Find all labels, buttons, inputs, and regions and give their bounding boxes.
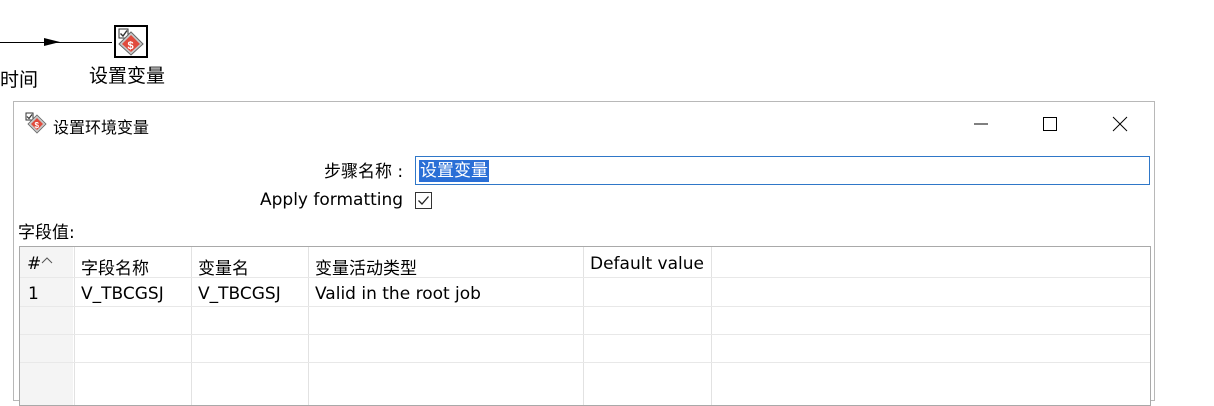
header-variable-scope[interactable]: 变量活动类型	[315, 254, 417, 279]
header-number[interactable]: #	[27, 254, 41, 274]
set-variables-icon: $	[25, 112, 47, 134]
row-number[interactable]: 1	[28, 284, 39, 304]
cell-variable-scope[interactable]: Valid in the root job	[315, 284, 481, 304]
header-default-value[interactable]: Default value	[590, 254, 704, 274]
close-icon	[1112, 116, 1128, 132]
step-name-input[interactable]: 设置变量	[415, 156, 1150, 185]
step-label[interactable]: 设置变量	[89, 61, 165, 88]
maximize-button[interactable]	[1027, 102, 1073, 146]
sort-ascending-icon[interactable]	[41, 249, 53, 268]
maximize-icon	[1043, 117, 1057, 131]
row-divider	[20, 277, 1150, 278]
dialog-title: 设置环境变量	[53, 118, 150, 137]
header-field-name[interactable]: 字段名称	[81, 254, 149, 279]
fields-table: # 字段名称 变量名 变量活动类型 Default value 1 V_TBCG…	[19, 246, 1151, 406]
set-variables-step-icon[interactable]: $	[114, 25, 148, 58]
dialog-titlebar[interactable]: $ 设置环境变量	[14, 102, 1154, 146]
apply-formatting-label: Apply formatting	[260, 190, 404, 210]
step-name-label: 步骤名称 :	[324, 162, 404, 182]
row-divider	[20, 362, 1150, 363]
step-name-value: 设置变量	[419, 160, 489, 182]
svg-text:$: $	[128, 40, 134, 52]
close-button[interactable]	[1097, 102, 1143, 146]
set-variables-dialog: $ 设置环境变量 步骤名称 : 设置变量 Apply formatting 字段…	[13, 101, 1155, 406]
header-variable-name[interactable]: 变量名	[198, 254, 249, 279]
minimize-button[interactable]	[958, 102, 1004, 146]
fields-label: 字段值:	[18, 223, 75, 243]
previous-step-label: 时间	[0, 69, 39, 91]
row-divider	[20, 334, 1150, 335]
cell-variable-name[interactable]: V_TBCGSJ	[198, 284, 281, 304]
svg-text:$: $	[35, 121, 40, 130]
hop-arrow-icon	[44, 38, 60, 46]
apply-formatting-checkbox[interactable]	[415, 192, 432, 209]
checkmark-icon	[418, 196, 429, 205]
minimize-icon	[974, 123, 988, 125]
row-divider	[20, 306, 1150, 307]
cell-field-name[interactable]: V_TBCGSJ	[81, 284, 164, 304]
